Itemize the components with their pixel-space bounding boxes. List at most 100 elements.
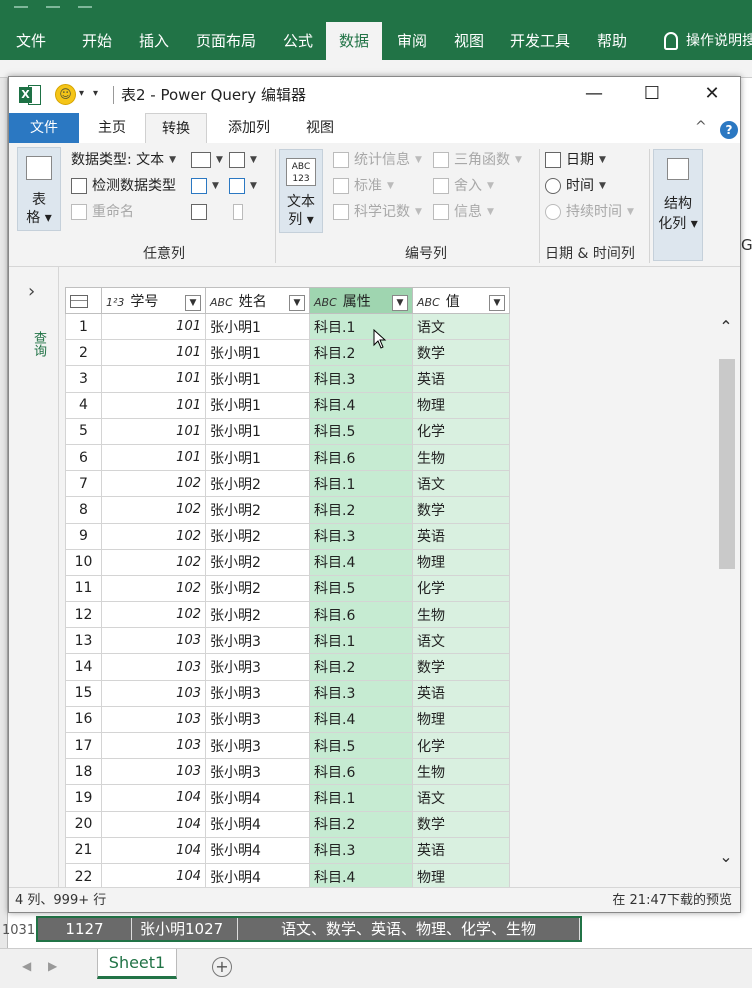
replace-values-button[interactable]: ▼: [191, 149, 223, 171]
data-type-dropdown[interactable]: 数据类型: 文本 ▼: [71, 149, 176, 171]
convert-to-list-button[interactable]: [233, 201, 243, 223]
cell-attribute[interactable]: 科目.3: [309, 836, 413, 864]
information-button[interactable]: 信息 ▼: [433, 201, 494, 223]
table-row[interactable]: 4 101 张小明1 科目.4 物理: [65, 391, 510, 419]
cell-attribute[interactable]: 科目.4: [309, 548, 413, 576]
cell-student-id[interactable]: 102: [101, 496, 206, 524]
cell-student-id[interactable]: 102: [101, 601, 206, 629]
cell-student-id[interactable]: 101: [101, 312, 206, 341]
structured-column-button[interactable]: 结构 化列 ▾: [653, 149, 703, 261]
cell-value[interactable]: 化学: [412, 574, 510, 603]
cell-value[interactable]: 物理: [412, 862, 510, 891]
feedback-smiley-icon[interactable]: ☺: [55, 84, 76, 105]
table-row[interactable]: 7 102 张小明2 科目.1 语文: [65, 470, 510, 498]
type-number-icon[interactable]: 1²3: [106, 296, 124, 309]
cell-student-id[interactable]: 104: [101, 810, 206, 838]
tab-transform[interactable]: 转换: [145, 113, 207, 143]
table-row[interactable]: 13 103 张小明3 科目.1 语文: [65, 627, 510, 655]
cell-attribute[interactable]: 科目.2: [309, 810, 413, 838]
cell-attribute[interactable]: 科目.1: [309, 312, 413, 341]
scroll-up-icon[interactable]: ⌃: [715, 317, 737, 339]
chevron-down-icon[interactable]: ▾: [79, 88, 84, 99]
cell-value[interactable]: 英语: [412, 836, 510, 864]
help-icon[interactable]: ?: [720, 121, 738, 139]
cell-student-name[interactable]: 张小明2: [205, 522, 310, 550]
table-row[interactable]: 22 104 张小明4 科目.4 物理: [65, 862, 510, 891]
close-button[interactable]: ✕: [689, 77, 735, 113]
excel-tab-view[interactable]: 视图: [446, 22, 492, 60]
cell-student-name[interactable]: 张小明1: [205, 312, 310, 341]
cell-id[interactable]: 1127: [38, 918, 132, 940]
fill-button[interactable]: ▼: [191, 175, 219, 197]
excel-selected-row[interactable]: 1127 张小明1027 语文、数学、英语、物理、化学、生物: [36, 916, 582, 942]
cell-name[interactable]: 张小明1027: [132, 918, 238, 940]
cell-value[interactable]: 生物: [412, 601, 510, 629]
date-button[interactable]: 日期 ▼: [545, 149, 606, 171]
cell-attribute[interactable]: 科目.5: [309, 417, 413, 445]
cell-attribute[interactable]: 科目.2: [309, 653, 413, 681]
tell-me-search[interactable]: 操作说明搜: [664, 22, 752, 60]
cell-attribute[interactable]: 科目.3: [309, 679, 413, 707]
time-button[interactable]: 时间 ▼: [545, 175, 606, 197]
move-button[interactable]: ▼: [229, 175, 257, 197]
cell-student-id[interactable]: 104: [101, 862, 206, 891]
cell-student-id[interactable]: 101: [101, 365, 206, 393]
cell-student-id[interactable]: 103: [101, 627, 206, 655]
cell-student-name[interactable]: 张小明2: [205, 548, 310, 576]
cell-value[interactable]: 英语: [412, 522, 510, 550]
cell-student-id[interactable]: 104: [101, 836, 206, 864]
cell-value[interactable]: 数学: [412, 653, 510, 681]
cell-value[interactable]: 化学: [412, 731, 510, 760]
excel-tab-review[interactable]: 审阅: [389, 22, 435, 60]
maximize-button[interactable]: ☐: [629, 77, 675, 113]
cell-student-id[interactable]: 101: [101, 417, 206, 445]
pivot-column-button[interactable]: [191, 201, 207, 223]
cell-attribute[interactable]: 科目.4: [309, 705, 413, 734]
undo-icon[interactable]: [46, 0, 60, 8]
table-row[interactable]: 20 104 张小明4 科目.2 数学: [65, 810, 510, 838]
cell-student-name[interactable]: 张小明3: [205, 679, 310, 707]
detect-data-type-button[interactable]: 检测数据类型: [71, 175, 176, 197]
cell-attribute[interactable]: 科目.6: [309, 601, 413, 629]
excel-tab-page-layout[interactable]: 页面布局: [188, 22, 264, 60]
cell-value[interactable]: 英语: [412, 365, 510, 393]
cell-student-id[interactable]: 103: [101, 731, 206, 760]
cell-student-name[interactable]: 张小明1: [205, 443, 310, 472]
cell-value[interactable]: 化学: [412, 417, 510, 445]
table-row[interactable]: 19 104 张小明4 科目.1 语文: [65, 784, 510, 812]
cell-student-id[interactable]: 101: [101, 391, 206, 419]
cell-attribute[interactable]: 科目.4: [309, 391, 413, 419]
table-row[interactable]: 8 102 张小明2 科目.2 数学: [65, 496, 510, 524]
table-button[interactable]: 表 格 ▾: [17, 147, 61, 231]
table-row[interactable]: 6 101 张小明1 科目.6 生物: [65, 443, 510, 472]
table-row[interactable]: 5 101 张小明1 科目.5 化学: [65, 417, 510, 445]
type-text-icon[interactable]: ABC: [210, 296, 233, 309]
column-header-id[interactable]: 1²3 学号 ▼: [101, 287, 206, 314]
cell-value[interactable]: 语文: [412, 312, 510, 341]
excel-tab-formulas[interactable]: 公式: [275, 22, 321, 60]
filter-dropdown-icon[interactable]: ▼: [185, 294, 201, 311]
tab-view[interactable]: 视图: [295, 113, 345, 143]
cell-student-name[interactable]: 张小明4: [205, 862, 310, 891]
table-row[interactable]: 21 104 张小明4 科目.3 英语: [65, 836, 510, 864]
sheet-next-icon[interactable]: ▶: [48, 959, 57, 973]
excel-tab-developer[interactable]: 开发工具: [502, 22, 578, 60]
cell-value[interactable]: 物理: [412, 548, 510, 576]
cell-student-name[interactable]: 张小明3: [205, 731, 310, 760]
cell-student-name[interactable]: 张小明3: [205, 758, 310, 786]
cell-student-name[interactable]: 张小明1: [205, 391, 310, 419]
table-menu-button[interactable]: [65, 287, 102, 314]
cell-value[interactable]: 生物: [412, 758, 510, 786]
table-row[interactable]: 10 102 张小明2 科目.4 物理: [65, 548, 510, 576]
column-header-value[interactable]: ABC 值 ▼: [412, 287, 510, 314]
table-row[interactable]: 17 103 张小明3 科目.5 化学: [65, 731, 510, 760]
cell-value[interactable]: 数学: [412, 496, 510, 524]
column-header-name[interactable]: ABC 姓名 ▼: [205, 287, 310, 314]
collapse-ribbon-icon[interactable]: ^: [695, 119, 707, 135]
cell-student-name[interactable]: 张小明2: [205, 470, 310, 498]
table-row[interactable]: 1 101 张小明1 科目.1 语文: [65, 312, 510, 341]
table-row[interactable]: 9 102 张小明2 科目.3 英语: [65, 522, 510, 550]
type-text-icon[interactable]: ABC: [417, 296, 440, 309]
filter-dropdown-icon[interactable]: ▼: [392, 294, 408, 311]
scroll-down-icon[interactable]: ⌄: [715, 847, 737, 869]
